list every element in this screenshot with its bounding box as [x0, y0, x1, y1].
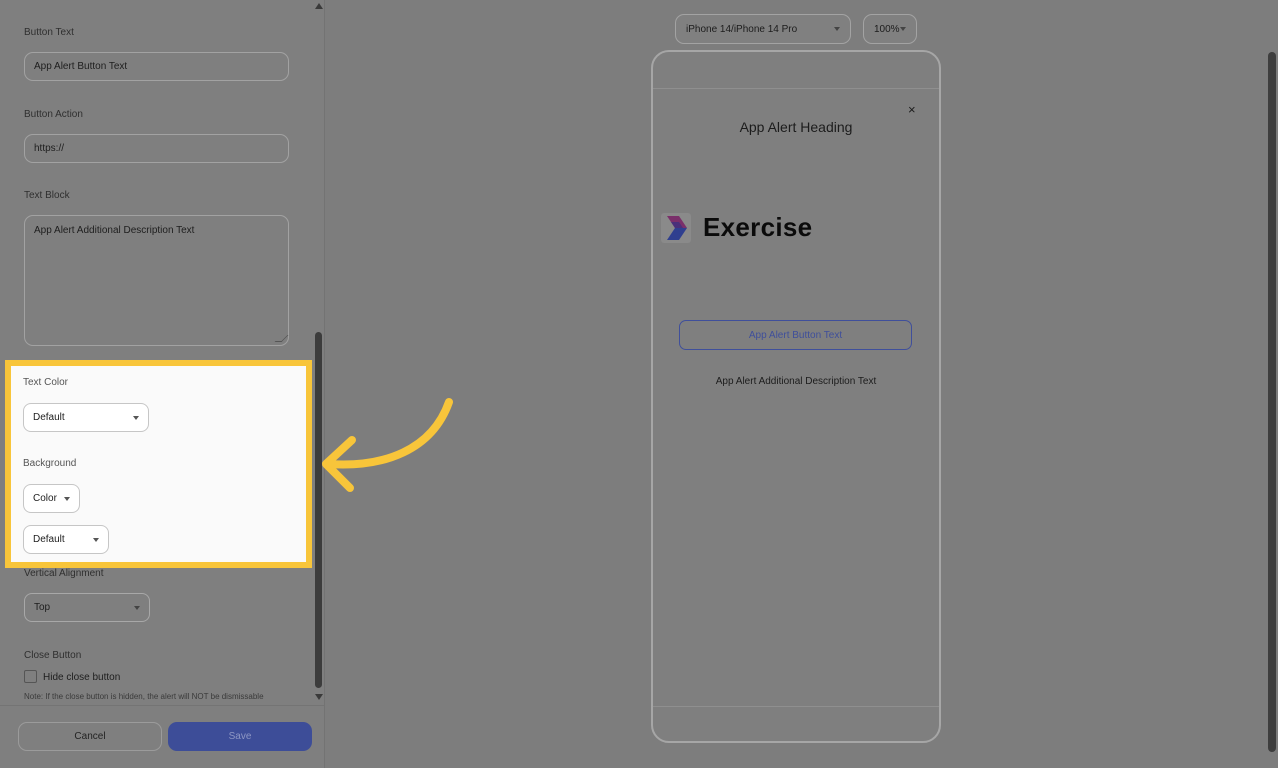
text-color-select[interactable]: Default: [23, 403, 149, 432]
highlighted-color-settings: Text Color Default Background Color Defa…: [5, 360, 312, 568]
zoom-select[interactable]: 100%: [863, 14, 917, 44]
chevron-down-icon: [64, 496, 70, 501]
scroll-up-icon[interactable]: [315, 3, 323, 9]
resize-handle-icon[interactable]: [274, 335, 289, 342]
background-color-value: Default: [33, 534, 65, 545]
phone-preview: × App Alert Heading Exercise App Alert B…: [651, 50, 941, 743]
chevron-down-icon: [134, 605, 140, 610]
annotation-arrow-icon: [322, 398, 453, 492]
cancel-button[interactable]: Cancel: [18, 722, 162, 751]
scrollbar-thumb[interactable]: [315, 332, 322, 688]
close-button-note: Note: If the close button is hidden, the…: [24, 692, 264, 701]
close-icon[interactable]: ×: [908, 102, 916, 117]
phone-footer-divider: [653, 706, 939, 707]
exercise-logo: Exercise: [661, 212, 812, 243]
button-action-label: Button Action: [24, 109, 83, 120]
vertical-alignment-label: Vertical Alignment: [24, 568, 104, 579]
phone-header-divider: [653, 88, 939, 89]
button-action-input[interactable]: https://: [24, 134, 289, 163]
text-block-textarea[interactable]: App Alert Additional Description Text: [24, 215, 289, 346]
chevron-down-icon: [133, 415, 139, 420]
footer-divider: [0, 705, 324, 706]
chevron-down-icon: [93, 537, 99, 542]
vertical-alignment-value: Top: [34, 602, 51, 613]
text-color-label: Text Color: [23, 377, 69, 388]
background-color-select[interactable]: Default: [23, 525, 109, 554]
alert-description: App Alert Additional Description Text: [715, 376, 877, 387]
alert-heading: App Alert Heading: [739, 119, 853, 135]
text-block-label: Text Block: [24, 190, 70, 201]
chevron-down-icon: [834, 27, 840, 31]
alert-action-button[interactable]: App Alert Button Text: [679, 320, 912, 350]
close-button-label: Close Button: [24, 650, 82, 661]
text-color-value: Default: [33, 412, 65, 423]
device-select[interactable]: iPhone 14/iPhone 14 Pro: [675, 14, 851, 44]
save-button[interactable]: Save: [168, 722, 312, 751]
background-type-value: Color: [33, 493, 57, 504]
preview-scrollbar[interactable]: [1268, 52, 1276, 752]
vertical-alignment-select[interactable]: Top: [24, 593, 150, 622]
background-type-select[interactable]: Color: [23, 484, 80, 513]
exercise-logo-icon: [661, 212, 691, 243]
background-label: Background: [23, 458, 77, 469]
button-text-input[interactable]: App Alert Button Text: [24, 52, 289, 81]
text-block-value: App Alert Additional Description Text: [34, 225, 195, 236]
zoom-value: 100%: [874, 23, 900, 35]
device-value: iPhone 14/iPhone 14 Pro: [686, 23, 798, 35]
exercise-logo-text: Exercise: [703, 212, 813, 242]
hide-close-button-checkbox[interactable]: [24, 670, 37, 683]
editor-scrollbar[interactable]: [313, 0, 324, 705]
scroll-down-icon[interactable]: [315, 694, 323, 700]
chevron-down-icon: [900, 27, 906, 31]
button-text-label: Button Text: [24, 27, 74, 38]
hide-close-button-label: Hide close button: [43, 672, 121, 683]
